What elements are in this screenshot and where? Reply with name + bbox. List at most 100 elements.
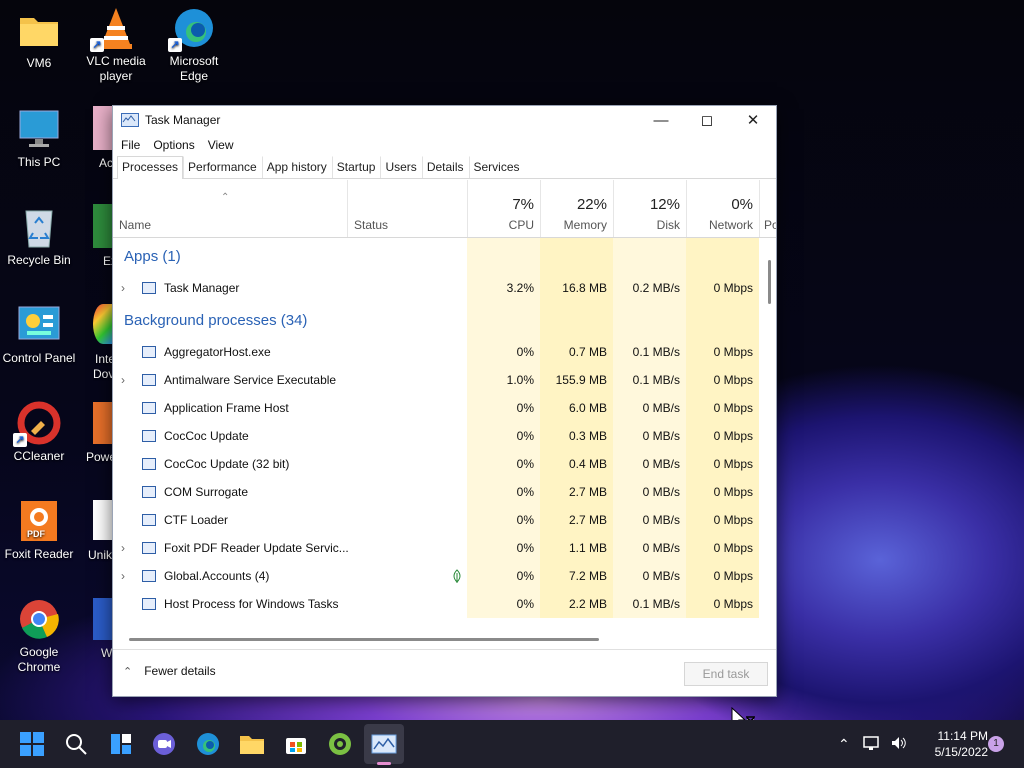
coccoc-browser-icon[interactable] xyxy=(326,730,354,758)
cell-disk: 0.1 MB/s xyxy=(613,366,686,394)
network-icon[interactable] xyxy=(862,735,880,754)
column-header-cpu[interactable]: 7% CPU xyxy=(468,180,541,237)
column-header-memory[interactable]: 22% Memory xyxy=(541,180,614,237)
chevron-up-icon: ⌃ xyxy=(123,665,133,678)
desktop-icon-partial[interactable] xyxy=(93,106,113,150)
file-explorer-icon[interactable] xyxy=(238,730,266,758)
tab-details[interactable]: Details xyxy=(421,156,469,178)
search-icon[interactable] xyxy=(62,730,90,758)
tab-users[interactable]: Users xyxy=(380,156,421,178)
chevron-right-icon[interactable]: › xyxy=(121,541,131,555)
desktop-icon-vlc[interactable]: ↗ VLC media player xyxy=(78,6,154,84)
chevron-right-icon[interactable]: › xyxy=(121,373,131,387)
memory-total: 22% xyxy=(576,196,607,213)
desktop-icon-partial[interactable] xyxy=(93,598,113,640)
desktop-icon-control-panel[interactable]: Control Panel xyxy=(1,303,77,366)
desktop-icon-foxit[interactable]: PDF Foxit Reader xyxy=(1,499,77,562)
scroll-thumb[interactable] xyxy=(768,260,771,304)
teams-chat-icon[interactable] xyxy=(150,730,178,758)
desktop-icon-label: Microsoft xyxy=(169,54,219,68)
task-manager-icon xyxy=(121,113,139,127)
taskbar-active-indicator xyxy=(377,762,391,765)
table-row[interactable]: AggregatorHost.exe 0% 0.7 MB 0.1 MB/s 0 Mbps xyxy=(113,338,776,366)
maximize-button[interactable]: ◻ xyxy=(684,106,730,134)
process-icon xyxy=(142,346,156,358)
table-row[interactable]: › Task Manager 3.2% 16.8 MB 0.2 MB/s 0 Mbps xyxy=(113,274,776,302)
edge-icon[interactable] xyxy=(194,730,222,758)
column-header-network[interactable]: 0% Network xyxy=(687,180,760,237)
tab-performance[interactable]: Performance xyxy=(183,156,262,178)
desktop-icon-label-partial: Ac xyxy=(99,156,114,170)
folder-icon xyxy=(17,8,61,52)
table-row[interactable]: › Foxit PDF Reader Update Servic... 0% 1.1 … xyxy=(113,534,776,562)
table-row[interactable]: COM Surrogate 0% 2.7 MB 0 MB/s 0 Mbps xyxy=(113,478,776,506)
foxit-pdf-icon: PDF xyxy=(17,499,61,543)
clock[interactable]: 11:14 PM 5/15/2022 xyxy=(916,728,988,760)
chevron-right-icon[interactable]: › xyxy=(121,281,131,295)
horizontal-scrollbar[interactable] xyxy=(113,636,761,644)
process-icon xyxy=(142,514,156,526)
table-row[interactable]: CTF Loader 0% 2.7 MB 0 MB/s 0 Mbps xyxy=(113,506,776,534)
task-manager-taskbar-icon[interactable] xyxy=(370,730,398,758)
cell-disk xyxy=(613,238,686,274)
cell-cpu: 0% xyxy=(467,562,540,590)
tab-app-history[interactable]: App history xyxy=(261,156,332,178)
widgets-icon[interactable] xyxy=(107,730,135,758)
chevron-right-icon[interactable]: › xyxy=(121,569,131,583)
process-name: Antimalware Service Executable xyxy=(164,373,337,387)
scroll-thumb[interactable] xyxy=(129,638,599,641)
cell-memory: 6.0 MB xyxy=(540,394,613,422)
desktop-icon-partial[interactable] xyxy=(93,402,113,444)
menu-file[interactable]: File xyxy=(121,138,140,152)
menu-options[interactable]: Options xyxy=(153,138,194,152)
tab-services[interactable]: Services xyxy=(468,156,525,178)
notification-badge[interactable]: 1 xyxy=(988,736,1004,752)
desktop-icon-chrome[interactable]: Google Chrome xyxy=(1,597,77,675)
column-label: CPU xyxy=(508,218,534,232)
tab-processes[interactable]: Processes xyxy=(117,156,184,179)
column-header-disk[interactable]: 12% Disk xyxy=(614,180,687,237)
end-task-button[interactable]: End task xyxy=(684,662,768,686)
desktop-icon-label: Foxit Reader xyxy=(4,547,74,561)
desktop-icon-recycle-bin[interactable]: Recycle Bin xyxy=(1,205,77,268)
desktop-icon-edge[interactable]: ↗ Microsoft Edge xyxy=(156,6,232,84)
table-row[interactable]: CocCoc Update (32 bit) 0% 0.4 MB 0 MB/s 0 Mb… xyxy=(113,450,776,478)
table-row[interactable]: Host Process for Windows Tasks 0% 2.2 MB 0.… xyxy=(113,590,776,618)
vertical-scrollbar[interactable] xyxy=(762,180,776,650)
menu-view[interactable]: View xyxy=(208,138,234,152)
table-row[interactable]: › Antimalware Service Executable 1.0% 155.9… xyxy=(113,366,776,394)
cell-network: 0 Mbps xyxy=(686,450,759,478)
process-icon xyxy=(142,598,156,610)
cell-memory: 0.4 MB xyxy=(540,450,613,478)
table-row[interactable]: Application Frame Host 0% 6.0 MB 0 MB/s 0 Mb… xyxy=(113,394,776,422)
desktop-icon-partial[interactable] xyxy=(93,204,113,248)
table-row[interactable]: › Global.Accounts (4) 0% 7.2 MB 0 MB/s 0 Mbps xyxy=(113,562,776,590)
cell-cpu xyxy=(467,238,540,274)
microsoft-store-icon[interactable] xyxy=(282,730,310,758)
tab-startup[interactable]: Startup xyxy=(331,156,381,178)
menu-bar: File Options View xyxy=(113,134,776,156)
close-button[interactable]: ✕ xyxy=(730,106,776,134)
desktop-icon-ccleaner[interactable]: ↗ CCleaner xyxy=(1,401,77,464)
desktop-icon-partial[interactable] xyxy=(93,304,113,344)
cell-disk: 0 MB/s xyxy=(613,450,686,478)
column-header-status[interactable]: Status xyxy=(348,180,468,237)
cell-memory: 0.7 MB xyxy=(540,338,613,366)
desktop-icon-this-pc[interactable]: This PC xyxy=(1,107,77,170)
fewer-details-button[interactable]: ⌃ Fewer details xyxy=(123,664,216,678)
volume-icon[interactable] xyxy=(890,735,908,754)
column-header-name[interactable]: ⌃ Name xyxy=(113,180,348,237)
footer: ⌃ Fewer details End task xyxy=(113,649,776,696)
cell-disk: 0.2 MB/s xyxy=(613,274,686,302)
table-row[interactable]: CocCoc Update 0% 0.3 MB 0 MB/s 0 Mbps xyxy=(113,422,776,450)
title-bar[interactable]: Task Manager — ◻ ✕ xyxy=(113,106,776,134)
start-button[interactable] xyxy=(18,730,46,758)
minimize-button[interactable]: — xyxy=(638,106,684,134)
disk-total: 12% xyxy=(649,196,680,213)
ccleaner-icon: ↗ xyxy=(13,401,61,447)
desktop-icon-vm6[interactable]: VM6 xyxy=(1,8,77,71)
desktop-icon-partial[interactable] xyxy=(93,500,113,540)
task-manager-window: Task Manager — ◻ ✕ File Options View Pro… xyxy=(112,105,777,697)
cell-cpu: 3.2% xyxy=(467,274,540,302)
chevron-up-icon[interactable]: ⌃ xyxy=(838,736,850,753)
